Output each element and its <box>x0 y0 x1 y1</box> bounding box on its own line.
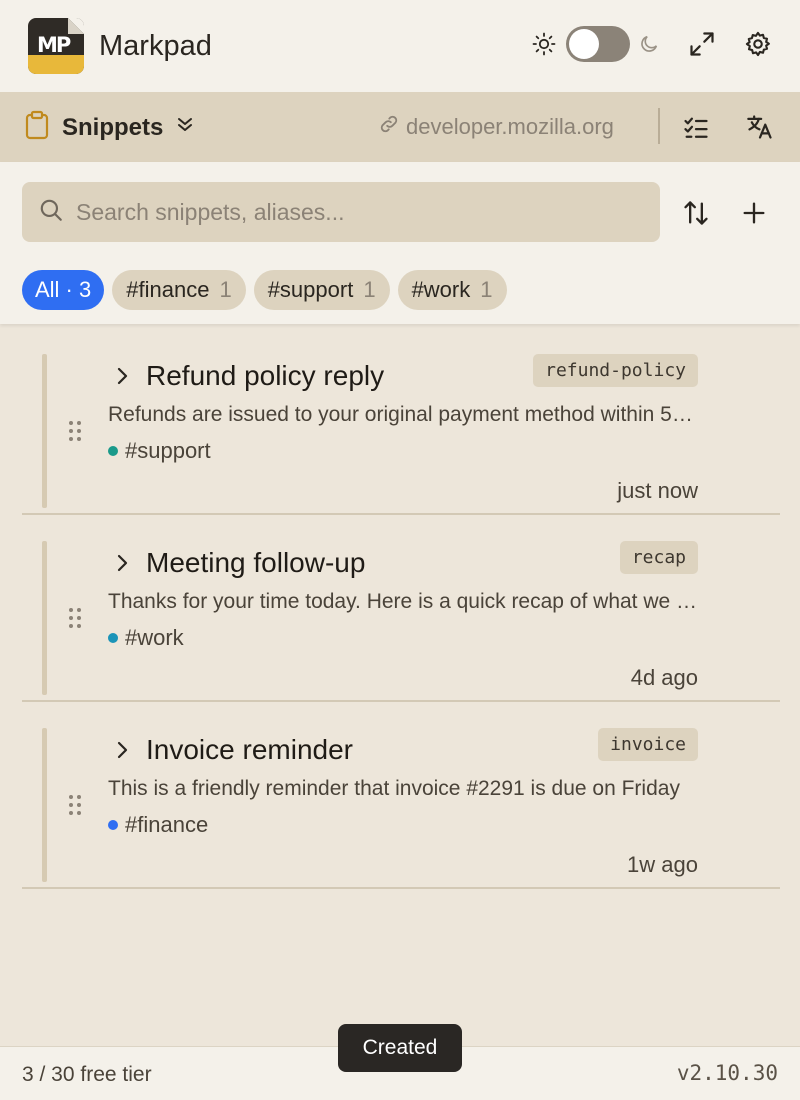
filter-chip-label: All · 3 <box>35 277 92 302</box>
site-link[interactable]: developer.mozilla.org <box>378 113 614 141</box>
snippet-tag: #finance <box>108 812 208 838</box>
sun-icon <box>532 32 556 56</box>
chevrons-down-icon <box>177 116 193 139</box>
snippet-card[interactable]: Meeting follow-up recap Thanks for your … <box>22 515 780 702</box>
link-icon <box>378 113 400 141</box>
snippet-timestamp: just now <box>617 478 698 503</box>
snippet-title: Meeting follow-up <box>146 547 366 578</box>
checklist-icon[interactable] <box>682 114 710 142</box>
expand-icon[interactable] <box>688 30 716 58</box>
usage-tier-text: 3 / 30 free tier <box>22 1063 152 1086</box>
toast-notification: Created <box>338 1024 462 1072</box>
snippet-preview: Thanks for your time today. Here is a qu… <box>108 590 698 613</box>
moon-icon <box>638 33 660 55</box>
site-link-text: developer.mozilla.org <box>406 114 614 139</box>
toggle-knob <box>569 29 599 59</box>
snippet-preview: This is a friendly reminder that invoice… <box>108 777 680 800</box>
snippet-title: Refund policy reply <box>146 360 385 391</box>
filter-chip-count: 1 <box>363 277 376 302</box>
filter-chip-label: #work <box>411 277 471 302</box>
logo-mark: MP <box>37 33 71 57</box>
snippet-timestamp: 4d ago <box>630 665 698 690</box>
clipboard-icon <box>24 110 50 145</box>
filter-chip-label: #finance <box>126 277 210 302</box>
search-icon <box>38 197 64 228</box>
filter-chip-all[interactable]: All · 3 <box>22 270 105 310</box>
tag-color-dot <box>108 820 118 830</box>
snippet-list: Refund policy reply refund-policy Refund… <box>22 328 780 889</box>
translate-icon[interactable] <box>746 113 774 141</box>
snippet-timestamp: 1w ago <box>627 852 698 877</box>
settings-gear-icon[interactable] <box>744 30 772 58</box>
snippet-preview: Refunds are issued to your original paym… <box>108 403 698 426</box>
drag-handle-icon[interactable] <box>68 607 82 634</box>
tag-color-dot <box>108 633 118 643</box>
search-area: All · 3 #finance 1 #support 1 #work 1 <box>0 162 800 324</box>
filter-chip-finance[interactable]: #finance 1 <box>112 270 246 310</box>
collection-selector[interactable]: Snippets <box>24 110 193 145</box>
snippet-tag-label: #finance <box>125 812 209 837</box>
search-box[interactable] <box>22 182 660 242</box>
expand-chevron-icon[interactable] <box>112 553 132 578</box>
drag-handle-icon[interactable] <box>68 420 82 447</box>
snippet-tag-label: #support <box>125 438 211 463</box>
snippet-card[interactable]: Invoice reminder invoice This is a frien… <box>22 702 780 889</box>
app-logo: MP <box>28 18 84 74</box>
snippet-card[interactable]: Refund policy reply refund-policy Refund… <box>22 328 780 515</box>
theme-toggle[interactable] <box>566 26 630 62</box>
collection-label: Snippets <box>62 113 164 141</box>
app-title: Markpad <box>99 29 212 62</box>
sort-icon[interactable] <box>682 199 710 227</box>
snippet-alias-badge: recap <box>619 541 698 574</box>
app-header: MP Markpad <box>0 0 800 92</box>
snippet-alias-badge: invoice <box>598 728 698 761</box>
filter-chip-count: 1 <box>480 277 493 302</box>
snippet-tag: #work <box>108 625 184 651</box>
filter-chip-work[interactable]: #work 1 <box>397 270 507 310</box>
expand-chevron-icon[interactable] <box>112 740 132 765</box>
toolbar-divider <box>658 108 660 144</box>
search-input[interactable] <box>76 198 636 226</box>
filter-chip-label: #support <box>267 277 354 302</box>
expand-chevron-icon[interactable] <box>112 366 132 391</box>
snippet-title: Invoice reminder <box>146 734 353 765</box>
card-accent-bar <box>42 541 47 695</box>
tag-filter-bar: All · 3 #finance 1 #support 1 #work 1 <box>22 270 515 310</box>
drag-handle-icon[interactable] <box>68 794 82 821</box>
collection-toolbar: Snippets developer.mozilla.org <box>0 92 800 162</box>
filter-chip-support[interactable]: #support 1 <box>253 270 390 310</box>
card-accent-bar <box>42 728 47 882</box>
tag-color-dot <box>108 446 118 456</box>
add-snippet-icon[interactable] <box>740 199 768 227</box>
app-version: v2.10.30 <box>676 1061 778 1085</box>
snippet-tag: #support <box>108 438 211 464</box>
filter-chip-count: 1 <box>219 277 232 302</box>
snippet-tag-label: #work <box>125 625 184 650</box>
snippet-alias-badge: refund-policy <box>533 354 698 387</box>
card-accent-bar <box>42 354 47 508</box>
